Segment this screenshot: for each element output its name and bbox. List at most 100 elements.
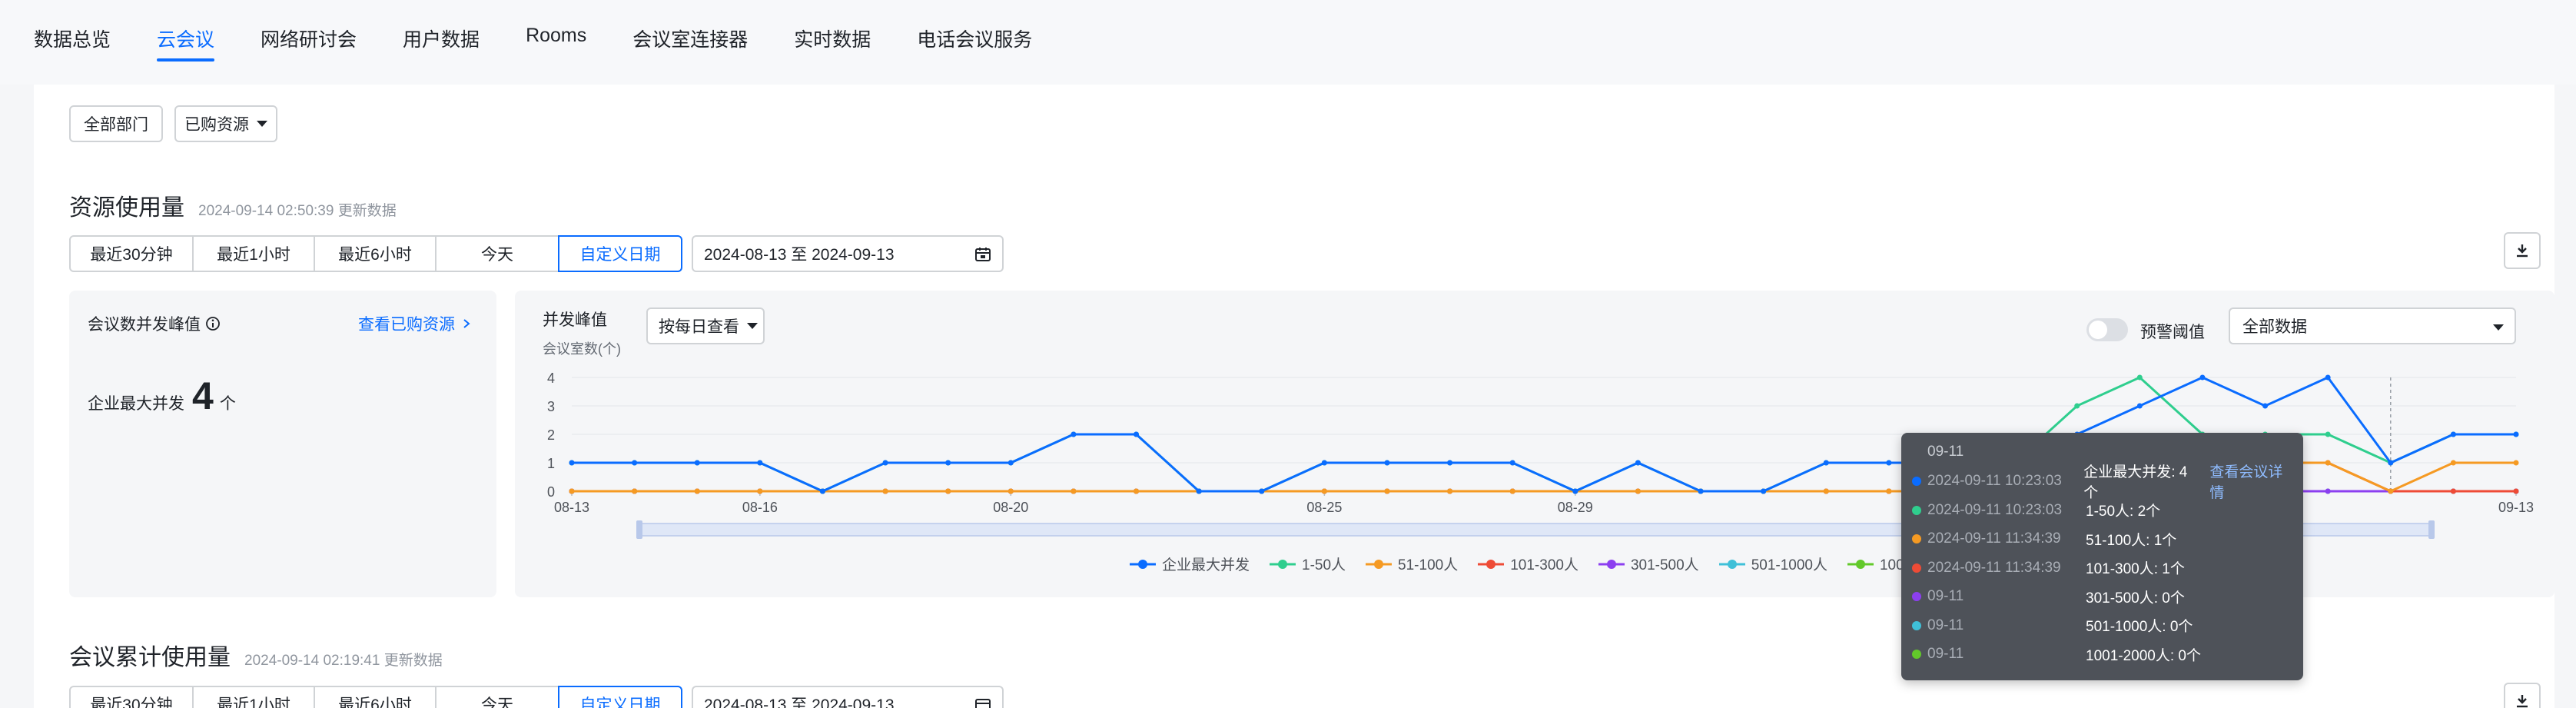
x-tick-label: 08-16 [742, 500, 778, 515]
usage-range-option-0[interactable]: 最近30分钟 [69, 235, 194, 272]
usage-range-option-2[interactable]: 最近6小时 [314, 235, 437, 272]
data-point [2450, 460, 2456, 466]
x-tick-label: 08-25 [1306, 500, 1342, 515]
legend-label: 1-50人 [1302, 557, 1346, 573]
tooltip-time: 09-11 [1927, 646, 1964, 662]
data-point [2136, 374, 2143, 381]
cumulative-date-range-picker[interactable]: 2024-08-13 至 2024-09-13 [692, 686, 1004, 708]
usage-download-button[interactable] [2504, 232, 2541, 269]
legend-item[interactable]: 501-1000人 [1718, 553, 1827, 574]
y-tick-label: 2 [547, 427, 555, 443]
legend-label: 301-500人 [1630, 557, 1699, 573]
download-icon [2517, 695, 2528, 708]
chevron-right-icon [463, 319, 470, 328]
legend-item[interactable]: 1-50人 [1270, 553, 1346, 574]
y-tick-label: 4 [547, 371, 555, 386]
tooltip-time: 2024-09-11 10:23:03 [1927, 501, 2063, 518]
data-point [694, 488, 700, 494]
cumulative-range-option-4[interactable]: 自定义日期 [558, 686, 682, 708]
info-icon[interactable] [205, 316, 221, 331]
tooltip-value: 1-50人: 2个 [2086, 504, 2161, 520]
tab-2[interactable]: 网络研讨会 [261, 25, 357, 61]
cumulative-updated-time: 2024-09-14 02:19:41 更新数据 [244, 653, 443, 669]
legend-label: 企业最大并发 [1162, 557, 1250, 573]
cumulative-section-header: 会议累计使用量 2024-09-14 02:19:41 更新数据 [69, 638, 443, 672]
legend-item[interactable]: 企业最大并发 [1130, 553, 1250, 574]
tab-0[interactable]: 数据总览 [34, 25, 111, 61]
tooltip-value: 501-1000人: 0个 [2086, 619, 2193, 635]
data-point [632, 460, 638, 466]
data-point [882, 460, 888, 466]
department-filter-button[interactable]: 全部部门 [69, 105, 163, 142]
chevron-down-icon [257, 121, 267, 127]
data-point [2388, 488, 2394, 494]
usage-range-selector: 最近30分钟 最近1小时 最近6小时 今天 自定义日期 [69, 235, 682, 272]
tooltip-value: 301-500人: 0个 [2086, 590, 2185, 607]
tooltip-row: 2024-09-11 10:23:03 1-50人: 2个 [1912, 499, 2296, 522]
peak-label: 企业最大并发 [88, 395, 184, 413]
data-point [569, 488, 575, 494]
legend-item[interactable]: 51-100人 [1366, 553, 1458, 574]
tab-3[interactable]: 用户数据 [403, 25, 480, 61]
data-point [1572, 488, 1578, 494]
data-point [569, 460, 575, 466]
x-tick-label: 09-13 [2498, 500, 2534, 515]
tooltip-value: 51-100人: 1个 [2086, 532, 2177, 549]
data-point [1447, 460, 1453, 466]
top-nav: 数据总览 云会议 网络研讨会 用户数据 Rooms 会议室连接器 实时数据 电话会议服务 [0, 0, 2576, 85]
series-dot [1912, 650, 1921, 659]
data-point [2325, 488, 2331, 494]
tooltip-row: 09-11 1001-2000人: 0个 [1912, 643, 2296, 666]
tab-6[interactable]: 实时数据 [794, 25, 871, 61]
legend-label: 51-100人 [1398, 557, 1459, 573]
tooltip-row: 09-11 501-1000人: 0个 [1912, 614, 2296, 637]
cumulative-date-range-text: 2024-08-13 至 2024-09-13 [704, 696, 895, 708]
legend-label: 501-1000人 [1751, 557, 1827, 573]
series-dot [1912, 505, 1921, 515]
data-point [1384, 460, 1390, 466]
data-point [757, 460, 763, 466]
cumulative-range-option-3[interactable]: 今天 [435, 686, 559, 708]
tab-5[interactable]: 会议室连接器 [632, 25, 748, 61]
legend-item[interactable]: 101-300人 [1478, 553, 1578, 574]
cumulative-download-button[interactable] [2504, 683, 2541, 708]
series-dot [1912, 563, 1921, 573]
resource-filter-dropdown[interactable]: 已购资源 [174, 105, 277, 142]
view-meeting-details-link[interactable]: 查看会议详情 [2209, 460, 2296, 502]
data-point [1509, 488, 1515, 494]
cumulative-range-option-1[interactable]: 最近1小时 [192, 686, 315, 708]
tooltip-value: 101-300人: 1个 [2086, 561, 2185, 577]
view-purchased-resources-link[interactable]: 查看已购资源 [358, 312, 472, 335]
data-point [632, 488, 638, 494]
cumulative-range-option-2[interactable]: 最近6小时 [314, 686, 437, 708]
data-point [2388, 460, 2394, 466]
tab-7[interactable]: 电话会议服务 [917, 25, 1032, 61]
data-point [2513, 431, 2519, 437]
zoom-slider-handle-right [2428, 520, 2435, 539]
usage-section-header: 资源使用量 2024-09-14 02:50:39 更新数据 [69, 188, 397, 222]
data-point [1447, 488, 1453, 494]
tab-4[interactable]: Rooms [526, 25, 586, 61]
data-point [2450, 488, 2456, 494]
download-icon [2517, 244, 2528, 258]
filter-bar: 全部部门 已购资源 [34, 85, 2554, 161]
usage-range-option-1[interactable]: 最近1小时 [192, 235, 315, 272]
data-point [1134, 488, 1140, 494]
cumulative-section-title: 会议累计使用量 [69, 645, 231, 670]
data-point [2325, 460, 2331, 466]
chart-legend: 企业最大并发 1-50人 51-100人 101-300人 301-500人 501-10… [1130, 553, 1984, 574]
data-point [1886, 488, 1892, 494]
tooltip-time: 2024-09-11 10:23:03 [1927, 473, 2062, 489]
data-point [945, 460, 951, 466]
calendar-icon [975, 699, 991, 708]
tab-1[interactable]: 云会议 [157, 25, 215, 61]
usage-range-option-3[interactable]: 今天 [435, 235, 559, 272]
legend-item[interactable]: 301-500人 [1598, 553, 1699, 574]
data-point [1635, 460, 1641, 466]
usage-date-range-picker[interactable]: 2024-08-13 至 2024-09-13 [692, 235, 1004, 272]
data-point [882, 488, 888, 494]
tooltip-time: 09-11 [1927, 588, 1964, 604]
cumulative-range-option-0[interactable]: 最近30分钟 [69, 686, 194, 708]
calendar-icon [975, 248, 991, 261]
usage-range-option-4[interactable]: 自定义日期 [558, 235, 682, 272]
